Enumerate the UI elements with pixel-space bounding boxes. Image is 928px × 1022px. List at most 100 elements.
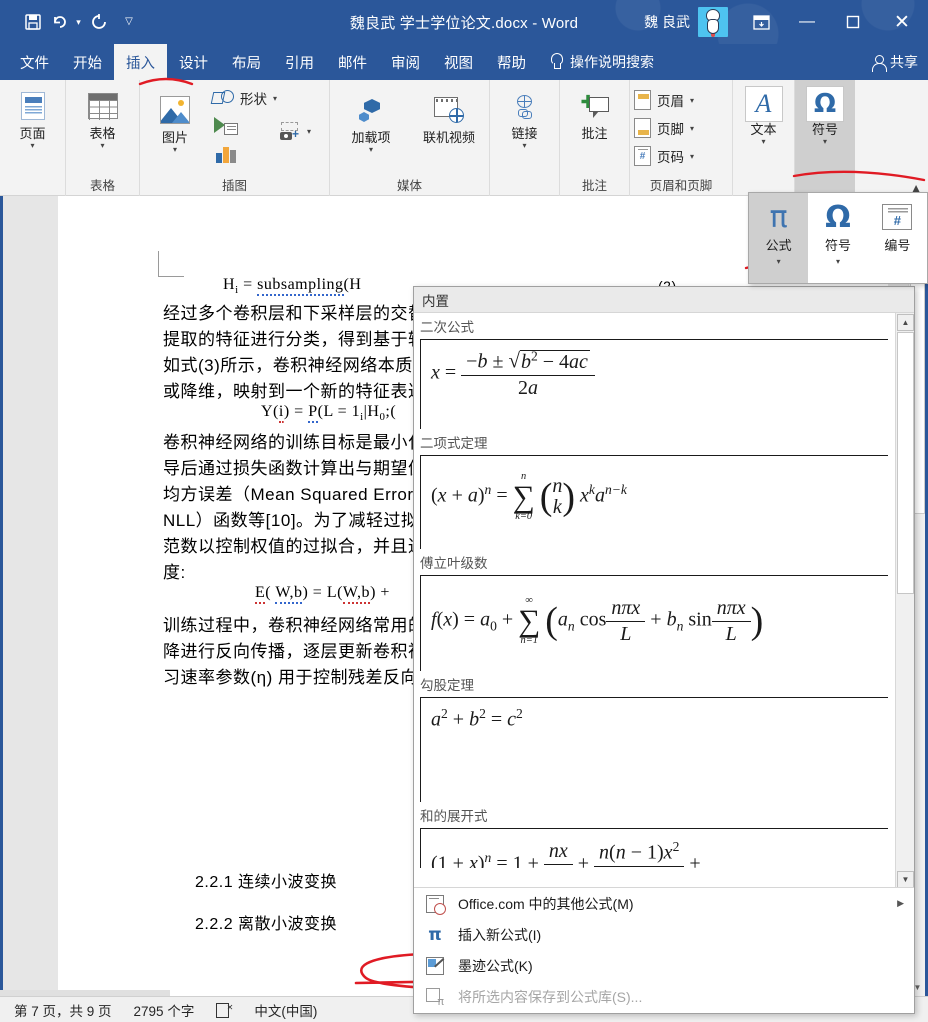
screenshot-icon: + (279, 122, 301, 140)
page-number-dropdown-caret[interactable]: ▾ (690, 152, 694, 161)
symbols-dropdown-caret[interactable]: ▾ (823, 137, 827, 146)
undo-icon[interactable] (48, 7, 72, 37)
tab-home[interactable]: 开始 (61, 44, 114, 80)
link-dropdown-caret[interactable]: ▾ (522, 141, 526, 150)
footer-button[interactable]: 页脚 ▾ (630, 115, 694, 141)
gallery-item-fourier[interactable]: 傅立叶级数 f(x) = a0 + ∞ ∑ n=1 (an cos nπx L + bn… (414, 549, 896, 671)
menu-item-label: 将所选内容保存到公式库(S)... (458, 988, 643, 1005)
pages-dropdown-caret[interactable]: ▾ (30, 141, 34, 150)
gallery-item-quadratic[interactable]: 二次公式 x = −b ± √b2 − 4ac 2a (414, 313, 896, 429)
tab-view[interactable]: 视图 (432, 44, 485, 80)
pages-button[interactable]: 页面 ▾ (0, 80, 65, 150)
gallery-scrollbar[interactable]: ▲ ▼ (895, 313, 914, 889)
symbol-button[interactable]: Ω 符号 ▾ (808, 193, 867, 283)
save-to-gallery-icon (424, 986, 446, 1008)
tab-review[interactable]: 审阅 (379, 44, 432, 80)
save-icon[interactable] (18, 7, 48, 37)
gallery-scroll-thumb[interactable] (897, 332, 914, 594)
tab-mailings[interactable]: 邮件 (326, 44, 379, 80)
tab-file[interactable]: 文件 (0, 44, 61, 80)
menu-item-label: Office.com 中的其他公式(M) (458, 895, 634, 912)
redo-icon[interactable] (84, 7, 114, 37)
equation-dropdown-caret[interactable]: ▾ (777, 257, 781, 266)
formula-expansion: (1 + x)n = 1 + nx1! + n(n − 1)x22! + (431, 839, 701, 868)
page-number-label: 页码 (657, 150, 684, 165)
formula-quadratic: x = −b ± √b2 − 4ac 2a (421, 340, 888, 400)
symbol-dropdown-caret[interactable]: ▾ (836, 257, 840, 266)
header-dropdown-caret[interactable]: ▾ (690, 96, 694, 105)
close-button[interactable]: ✕ (876, 0, 928, 44)
comment-icon: ✚ (574, 86, 616, 126)
avatar[interactable] (698, 7, 728, 37)
tab-layout[interactable]: 布局 (220, 44, 273, 80)
shapes-button[interactable]: 形状 ▾ (208, 85, 277, 111)
link-button[interactable]: 链接 ▾ (490, 80, 559, 150)
gallery-scroll-down-icon[interactable]: ▼ (897, 871, 914, 888)
tab-insert[interactable]: 插入 (114, 44, 167, 80)
customize-quick-access-icon[interactable]: ▽ (114, 7, 144, 37)
user-account[interactable]: 魏 良武 (644, 0, 728, 44)
tab-references[interactable]: 引用 (273, 44, 326, 80)
addins-button[interactable]: 加载项 ▾ (342, 84, 400, 154)
pi-icon: π (428, 924, 442, 945)
screenshot-dropdown-caret[interactable]: ▾ (307, 127, 311, 136)
addins-dropdown-caret[interactable]: ▾ (369, 145, 373, 154)
number-button[interactable]: 编号 (868, 193, 927, 283)
illustrations-group-label: 插图 (221, 179, 247, 193)
gallery-body[interactable]: 二次公式 x = −b ± √b2 − 4ac 2a 二项式定理 (x + a)… (414, 313, 896, 889)
table-icon (82, 86, 124, 126)
undo-dropdown-icon[interactable]: ▾ (72, 7, 84, 37)
gallery-scroll-up-icon[interactable]: ▲ (897, 314, 914, 331)
page-number-button[interactable]: 页码 ▾ (630, 143, 694, 169)
share-button[interactable]: 共享 (872, 44, 918, 80)
doc-line-4: 或降维，映射到一个新的特征表达 (163, 382, 426, 401)
symbols-label: 符号 (811, 122, 838, 137)
footer-label: 页脚 (657, 122, 684, 137)
proofing-errors-icon[interactable] (216, 1002, 233, 1018)
equation-button[interactable]: π 公式 ▾ (749, 193, 809, 283)
doc-heading-222: 2.2.2 离散小波变换 (195, 916, 338, 933)
pictures-button[interactable]: 图片 ▾ (148, 84, 202, 154)
word-count[interactable]: 2795 个字 (134, 1000, 195, 1020)
gallery-item-preview[interactable]: f(x) = a0 + ∞ ∑ n=1 (an cos nπx L + bn sin nπ… (420, 575, 888, 671)
language-indicator[interactable]: 中文(中国) (254, 1000, 317, 1020)
gallery-item-caption: 勾股定理 (420, 678, 474, 693)
gallery-item-expansion[interactable]: 和的展开式 (1 + x)n = 1 + nx1! + n(n − 1)x22!… (414, 802, 896, 868)
page-indicator[interactable]: 第 7 页，共 9 页 (14, 1000, 112, 1020)
pictures-dropdown-caret[interactable]: ▾ (173, 145, 177, 154)
ribbon-display-options-icon[interactable] (738, 0, 784, 44)
screenshot-button[interactable]: + ▾ (275, 118, 311, 144)
online-video-label: 联机视频 (422, 130, 475, 145)
gallery-item-preview[interactable]: (x + a)n = n ∑ k=0 (n k) xkan−k (420, 455, 888, 549)
lightbulb-icon (548, 53, 564, 71)
addins-icon (350, 90, 392, 130)
header-button[interactable]: 页眉 ▾ (630, 87, 694, 113)
gallery-item-preview[interactable]: x = −b ± √b2 − 4ac 2a (420, 339, 888, 429)
gallery-item-pythagorean[interactable]: 勾股定理 a2 + b2 = c2 (414, 671, 896, 802)
shapes-dropdown-caret[interactable]: ▾ (273, 94, 277, 103)
new-comment-button[interactable]: ✚ 批注 (560, 80, 629, 141)
minimize-button[interactable]: — (784, 0, 830, 44)
tab-help[interactable]: 帮助 (485, 44, 538, 80)
ribbon-group-header-footer: 页眉 ▾ 页脚 ▾ 页码 ▾ 页眉和页脚 (630, 80, 733, 196)
symbols-button[interactable]: Ω 符号 ▾ (795, 80, 855, 146)
menu-item-insert-new-equation[interactable]: π 插入新公式(I) (414, 919, 914, 950)
text-button[interactable]: A 文本 ▾ (733, 80, 794, 146)
office-online-icon (424, 893, 446, 915)
gallery-item-preview[interactable]: a2 + b2 = c2 (420, 697, 888, 802)
tab-design[interactable]: 设计 (167, 44, 220, 80)
gallery-item-binomial[interactable]: 二项式定理 (x + a)n = n ∑ k=0 (n k) xkan−k (414, 429, 896, 549)
online-video-button[interactable]: 联机视频 (410, 84, 488, 145)
chart-button[interactable] (212, 142, 238, 168)
maximize-button[interactable] (830, 0, 876, 44)
menu-item-ink-equation[interactable]: 墨迹公式(K) (414, 950, 914, 981)
table-button[interactable]: 表格 ▾ (66, 80, 139, 150)
tell-me-search[interactable]: 操作说明搜索 (548, 44, 654, 80)
smartart-button[interactable] (210, 113, 238, 139)
margin-marker (158, 251, 184, 277)
footer-dropdown-caret[interactable]: ▾ (690, 124, 694, 133)
text-dropdown-caret[interactable]: ▾ (761, 137, 765, 146)
menu-item-more-equations[interactable]: Office.com 中的其他公式(M) ▶ (414, 888, 914, 919)
gallery-item-preview[interactable]: (1 + x)n = 1 + nx1! + n(n − 1)x22! + (420, 828, 888, 868)
table-dropdown-caret[interactable]: ▾ (100, 141, 104, 150)
